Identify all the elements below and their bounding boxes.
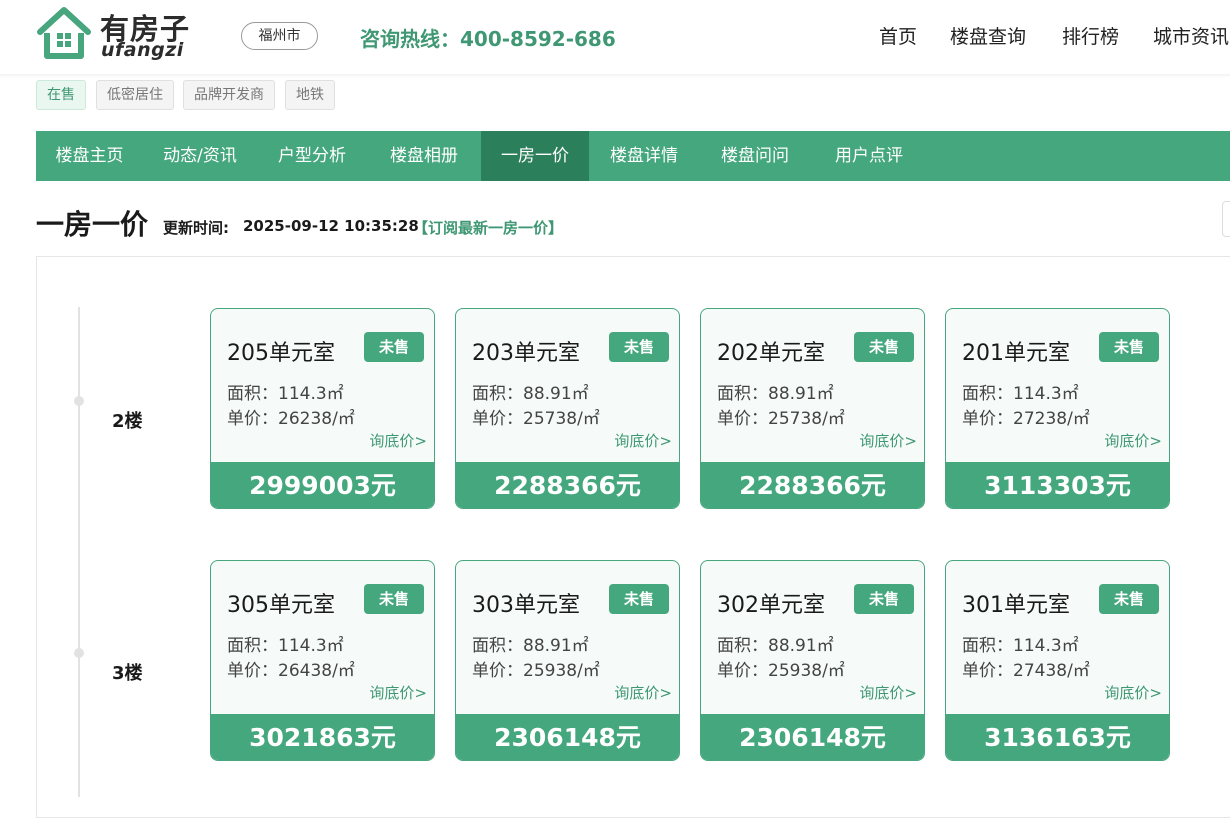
unit-price: 单价：25738/㎡ bbox=[472, 409, 600, 429]
tab-details[interactable]: 楼盘详情 bbox=[589, 131, 699, 181]
unit-price: 单价：27438/㎡ bbox=[962, 661, 1090, 681]
unit-total-price: 2288366元 bbox=[456, 462, 679, 508]
ask-price-link[interactable]: 询底价> bbox=[369, 430, 427, 451]
ask-price-link[interactable]: 询底价> bbox=[859, 682, 917, 703]
timeline-dot bbox=[74, 648, 84, 658]
header-divider bbox=[0, 74, 1230, 78]
property-tab-bar: 楼盘主页 动态/资讯 户型分析 楼盘相册 一房一价 楼盘详情 楼盘问问 用户点评 bbox=[36, 131, 1230, 181]
status-badge: 未售 bbox=[854, 332, 914, 362]
status-badge: 未售 bbox=[609, 332, 669, 362]
tab-price-list[interactable]: 一房一价 bbox=[481, 131, 589, 181]
tab-floorplan[interactable]: 户型分析 bbox=[257, 131, 367, 181]
unit-total-price: 3021863元 bbox=[211, 714, 434, 760]
unit-room: 201单元室 bbox=[962, 341, 1070, 366]
unit-card[interactable]: 305单元室 未售 面积：114.3㎡ 单价：26438/㎡ 询底价> 3021… bbox=[210, 560, 435, 761]
nav-ranking-link[interactable]: 排行榜 bbox=[1062, 22, 1119, 49]
unit-area: 面积：88.91㎡ bbox=[472, 636, 589, 656]
ask-price-link[interactable]: 询底价> bbox=[1104, 430, 1162, 451]
tag-brand-developer: 品牌开发商 bbox=[183, 80, 275, 110]
update-time-value: 2025-09-12 10:35:28 bbox=[243, 217, 419, 235]
tab-news[interactable]: 动态/资讯 bbox=[143, 131, 257, 181]
floor-timeline bbox=[78, 307, 80, 797]
unit-area: 面积：88.91㎡ bbox=[717, 384, 834, 404]
unit-room: 301单元室 bbox=[962, 593, 1070, 618]
tab-reviews[interactable]: 用户点评 bbox=[811, 131, 927, 181]
status-badge: 未售 bbox=[364, 584, 424, 614]
hotline-text: 咨询热线：400-8592-686 bbox=[360, 27, 616, 51]
unit-total-price: 2288366元 bbox=[701, 462, 924, 508]
unit-price: 单价：25938/㎡ bbox=[472, 661, 600, 681]
unit-price: 单价：25938/㎡ bbox=[717, 661, 845, 681]
status-badge: 未售 bbox=[1099, 584, 1159, 614]
unit-price: 单价：26438/㎡ bbox=[227, 661, 355, 681]
site-header: 有房子 ufangzi 福州市 咨询热线：400-8592-686 首页 楼盘查… bbox=[0, 0, 1230, 74]
tag-on-sale: 在售 bbox=[36, 80, 86, 110]
ask-price-link[interactable]: 询底价> bbox=[369, 682, 427, 703]
tag-metro: 地铁 bbox=[285, 80, 335, 110]
unit-room: 202单元室 bbox=[717, 341, 825, 366]
tag-low-density: 低密居住 bbox=[96, 80, 174, 110]
unit-card[interactable]: 301单元室 未售 面积：114.3㎡ 单价：27438/㎡ 询底价> 3136… bbox=[945, 560, 1170, 761]
unit-card[interactable]: 303单元室 未售 面积：88.91㎡ 单价：25938/㎡ 询底价> 2306… bbox=[455, 560, 680, 761]
unit-room: 302单元室 bbox=[717, 593, 825, 618]
unit-total-price: 3113303元 bbox=[946, 462, 1169, 508]
tab-qa[interactable]: 楼盘问问 bbox=[699, 131, 811, 181]
unit-area: 面积：114.3㎡ bbox=[962, 636, 1079, 656]
subscribe-link[interactable]: 【订阅最新一房一价】 bbox=[413, 217, 563, 238]
floor-label: 3楼 bbox=[112, 663, 143, 684]
tab-album[interactable]: 楼盘相册 bbox=[367, 131, 481, 181]
brand-logo[interactable]: 有房子 ufangzi bbox=[36, 6, 206, 62]
tab-property-home[interactable]: 楼盘主页 bbox=[36, 131, 143, 181]
unit-room: 205单元室 bbox=[227, 341, 335, 366]
unit-total-price: 2306148元 bbox=[456, 714, 679, 760]
unit-area: 面积：114.3㎡ bbox=[227, 636, 344, 656]
ask-price-link[interactable]: 询底价> bbox=[859, 430, 917, 451]
unit-card[interactable]: 201单元室 未售 面积：114.3㎡ 单价：27238/㎡ 询底价> 3113… bbox=[945, 308, 1170, 509]
ask-price-link[interactable]: 询底价> bbox=[1104, 682, 1162, 703]
unit-total-price: 2999003元 bbox=[211, 462, 434, 508]
unit-area: 面积：88.91㎡ bbox=[472, 384, 589, 404]
unit-room: 305单元室 bbox=[227, 593, 335, 618]
unit-total-price: 2306148元 bbox=[701, 714, 924, 760]
unit-room: 303单元室 bbox=[472, 593, 580, 618]
unit-area: 面积：114.3㎡ bbox=[962, 384, 1079, 404]
status-badge: 未售 bbox=[609, 584, 669, 614]
nav-home-link[interactable]: 首页 bbox=[879, 22, 917, 49]
status-badge: 未售 bbox=[364, 332, 424, 362]
city-selector-button[interactable]: 福州市 bbox=[241, 22, 318, 50]
page-title: 一房一价 bbox=[36, 208, 149, 241]
unit-card[interactable]: 202单元室 未售 面积：88.91㎡ 单价：25738/㎡ 询底价> 2288… bbox=[700, 308, 925, 509]
ask-price-link[interactable]: 询底价> bbox=[614, 430, 672, 451]
house-logo-icon bbox=[37, 7, 91, 59]
side-action-button[interactable] bbox=[1222, 201, 1230, 237]
unit-area: 面积：114.3㎡ bbox=[227, 384, 344, 404]
timeline-dot bbox=[74, 396, 84, 406]
unit-price: 单价：25738/㎡ bbox=[717, 409, 845, 429]
brand-name-en: ufangzi bbox=[101, 39, 184, 61]
status-badge: 未售 bbox=[1099, 332, 1159, 362]
unit-price: 单价：26238/㎡ bbox=[227, 409, 355, 429]
floor-label: 2楼 bbox=[112, 411, 143, 432]
status-badge: 未售 bbox=[854, 584, 914, 614]
update-time-label: 更新时间: bbox=[163, 219, 229, 237]
unit-room: 203单元室 bbox=[472, 341, 580, 366]
unit-card[interactable]: 205单元室 未售 面积：114.3㎡ 单价：26238/㎡ 询底价> 2999… bbox=[210, 308, 435, 509]
nav-property-search-link[interactable]: 楼盘查询 bbox=[950, 22, 1026, 49]
unit-card[interactable]: 302单元室 未售 面积：88.91㎡ 单价：25938/㎡ 询底价> 2306… bbox=[700, 560, 925, 761]
unit-total-price: 3136163元 bbox=[946, 714, 1169, 760]
ask-price-link[interactable]: 询底价> bbox=[614, 682, 672, 703]
unit-area: 面积：88.91㎡ bbox=[717, 636, 834, 656]
nav-city-news-link[interactable]: 城市资讯 bbox=[1153, 22, 1229, 49]
unit-price: 单价：27238/㎡ bbox=[962, 409, 1090, 429]
unit-card[interactable]: 203单元室 未售 面积：88.91㎡ 单价：25738/㎡ 询底价> 2288… bbox=[455, 308, 680, 509]
